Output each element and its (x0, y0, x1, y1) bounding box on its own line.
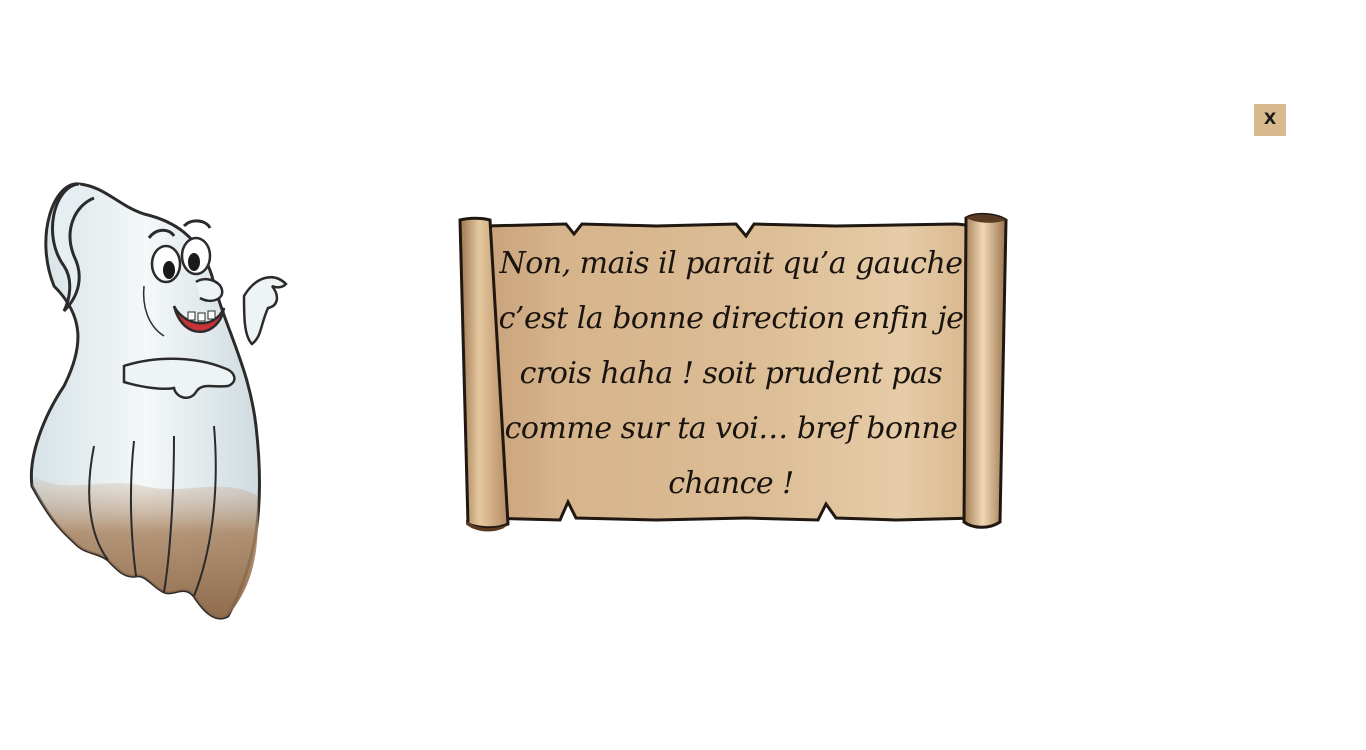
dialog-scroll: Non, mais il parait qu’a gauche c’est la… (456, 212, 1012, 532)
ghost-character-icon (29, 182, 288, 620)
game-screen: X Non, mais il parait qu’a gauche c’est … (0, 0, 1366, 750)
close-button[interactable]: X (1254, 104, 1286, 136)
dialog-text: Non, mais il parait qu’a gauche c’est la… (498, 245, 964, 501)
